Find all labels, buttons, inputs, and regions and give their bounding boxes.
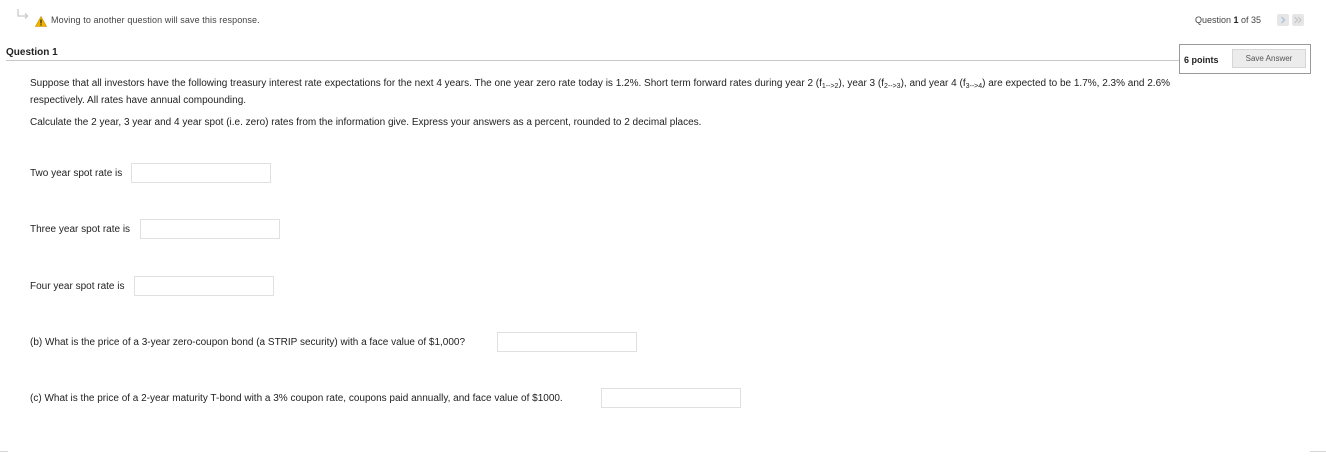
zero-coupon-price-input[interactable] <box>497 332 637 352</box>
save-answer-button[interactable]: Save Answer <box>1232 49 1306 68</box>
last-question-button[interactable] <box>1292 14 1304 26</box>
t-bond-price-input[interactable] <box>601 388 741 408</box>
four-year-label: Four year spot rate is <box>30 281 125 292</box>
question-divider <box>6 60 1180 61</box>
question-paragraph-line1: Suppose that all investors have the foll… <box>30 78 1171 90</box>
warning-icon <box>34 14 48 27</box>
score-box: 6 points Save Answer <box>1179 44 1311 74</box>
three-year-spot-input[interactable] <box>140 219 280 239</box>
next-question-button[interactable] <box>1277 14 1289 26</box>
bottom-divider-right <box>1310 451 1326 452</box>
top-bar: Moving to another question will save thi… <box>0 0 1326 40</box>
part-b-label: (b) What is the price of a 3-year zero-c… <box>30 337 466 348</box>
double-chevron-right-icon <box>1294 16 1302 24</box>
part-c-label: (c) What is the price of a 2-year maturi… <box>30 393 563 404</box>
two-year-label: Two year spot rate is <box>30 168 123 179</box>
return-arrow-icon <box>16 8 30 22</box>
bottom-divider-left <box>0 451 8 452</box>
chevron-right-icon <box>1281 16 1286 24</box>
question-paragraph-line2: respectively. All rates have annual comp… <box>30 95 247 106</box>
two-year-spot-input[interactable] <box>131 163 271 183</box>
points-label: 6 points <box>1184 55 1219 65</box>
question-counter: Question 1 of 35 <box>1195 15 1262 25</box>
four-year-spot-input[interactable] <box>134 276 274 296</box>
three-year-label: Three year spot rate is <box>30 224 131 235</box>
question-title: Question 1 <box>6 47 58 58</box>
save-warning-text: Moving to another question will save thi… <box>51 15 260 25</box>
question-instruction: Calculate the 2 year, 3 year and 4 year … <box>30 117 702 128</box>
